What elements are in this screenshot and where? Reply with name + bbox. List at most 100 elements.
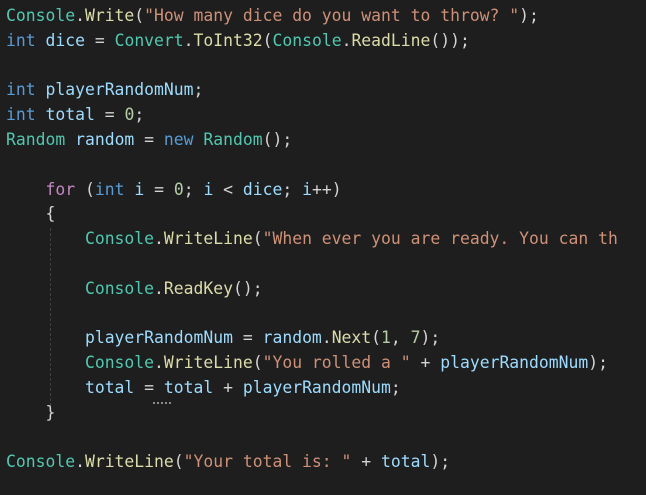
code-token: i <box>203 179 214 199</box>
code-token: Console <box>84 229 155 249</box>
code-token: ; <box>390 378 401 397</box>
code-line[interactable]: int total = 0; <box>6 103 144 128</box>
code-token: Console <box>272 30 342 50</box>
code-token: 7 <box>410 328 421 348</box>
code-token: ( <box>173 452 184 472</box>
code-token: WriteLine <box>163 353 253 373</box>
code-token: } <box>6 402 56 422</box>
code-token: , <box>390 328 411 348</box>
code-token: total <box>163 378 214 397</box>
code-token: "You rolled a " <box>262 353 411 373</box>
code-token: random <box>262 328 322 348</box>
code-token: . <box>341 30 352 50</box>
code-line[interactable]: Console.ReadKey(); <box>6 277 263 302</box>
code-line[interactable]: Console.WriteLine("Your total is: " + to… <box>6 450 450 475</box>
code-token: Random <box>203 130 263 149</box>
code-token: ); <box>588 353 609 373</box>
code-line[interactable]: int playerRandomNum; <box>6 78 203 103</box>
code-token: ; <box>183 179 204 199</box>
code-token: dice <box>242 179 283 199</box>
code-token: . <box>183 30 194 50</box>
code-token: "Your total is: " <box>183 452 352 472</box>
code-token: WriteLine <box>84 452 174 472</box>
code-line[interactable]: for (int i = 0; i < dice; i++) <box>6 178 342 203</box>
code-token: int <box>6 80 36 100</box>
code-token: ( <box>75 179 95 199</box>
code-token: = <box>94 105 125 125</box>
code-token: . <box>75 452 85 472</box>
code-line[interactable]: Console.Write("How many dice do you want… <box>6 4 539 29</box>
code-token: WriteLine <box>163 229 253 249</box>
code-token: playerRandomNum <box>440 353 589 373</box>
code-token: total <box>84 378 135 397</box>
code-token: i <box>134 179 145 199</box>
code-token: playerRandomNum <box>84 328 233 348</box>
code-token: . <box>321 328 332 348</box>
code-token: . <box>154 278 164 298</box>
code-token: new <box>163 130 194 149</box>
code-line[interactable]: Console.WriteLine("When ever you are rea… <box>6 227 618 252</box>
code-token: ToInt32 <box>193 30 263 50</box>
code-token: 0 <box>124 105 135 125</box>
code-token: (); <box>262 130 293 149</box>
code-token: ()); <box>430 30 470 50</box>
code-token: ; <box>134 105 145 125</box>
code-token: (); <box>232 278 263 298</box>
code-token: for <box>45 179 76 199</box>
code-token: total <box>45 105 95 125</box>
code-editor[interactable]: Console.Write("How many dice do you want… <box>0 0 646 495</box>
code-token: ( <box>262 30 273 50</box>
code-token: dice <box>45 30 85 50</box>
code-token: i <box>302 179 313 199</box>
code-token: "How many dice do you want to throw? " <box>144 6 520 25</box>
code-line[interactable]: Console.WriteLine("You rolled a " + play… <box>6 351 608 376</box>
code-token: int <box>6 30 36 50</box>
code-token: "When ever you are ready. You can th <box>262 229 618 249</box>
code-line[interactable]: int dice = Convert.ToInt32(Console.ReadL… <box>6 29 470 54</box>
code-line[interactable]: Random random = new Random(); <box>6 128 292 153</box>
code-token: Console <box>84 353 155 373</box>
code-line[interactable]: playerRandomNum = random.Next(1, 7); <box>6 326 440 351</box>
code-token: ++) <box>312 179 342 199</box>
code-token: ReadKey <box>163 278 233 298</box>
code-token: 0 <box>173 179 184 199</box>
code-token: 1 <box>381 328 391 348</box>
code-token: < <box>213 179 243 199</box>
code-token: ReadLine <box>351 30 431 50</box>
code-token: = <box>144 179 174 199</box>
code-token: ; <box>282 179 303 199</box>
code-token: Console <box>6 6 76 25</box>
code-token: int <box>6 105 36 125</box>
code-token: Write <box>84 6 135 25</box>
code-token: . <box>75 6 85 25</box>
code-token: ( <box>134 6 145 25</box>
code-token: random <box>75 130 135 149</box>
code-token: Next <box>331 328 372 348</box>
code-token: = <box>134 378 164 397</box>
code-token: ( <box>371 328 382 348</box>
code-token: = <box>134 130 164 149</box>
code-token: + <box>410 353 441 373</box>
code-token: playerRandomNum <box>45 80 194 100</box>
code-line[interactable]: total = total + playerRandomNum; <box>6 376 401 401</box>
code-line[interactable]: { <box>6 202 55 227</box>
code-token: ); <box>420 328 441 348</box>
code-token: Convert <box>114 30 184 50</box>
code-token: ); <box>519 6 539 25</box>
code-token: = <box>84 30 115 50</box>
code-token: Console <box>84 278 155 298</box>
code-token: Random <box>6 130 66 149</box>
code-token: . <box>154 353 164 373</box>
code-line[interactable]: } <box>6 401 55 426</box>
code-token: ; <box>193 80 204 100</box>
